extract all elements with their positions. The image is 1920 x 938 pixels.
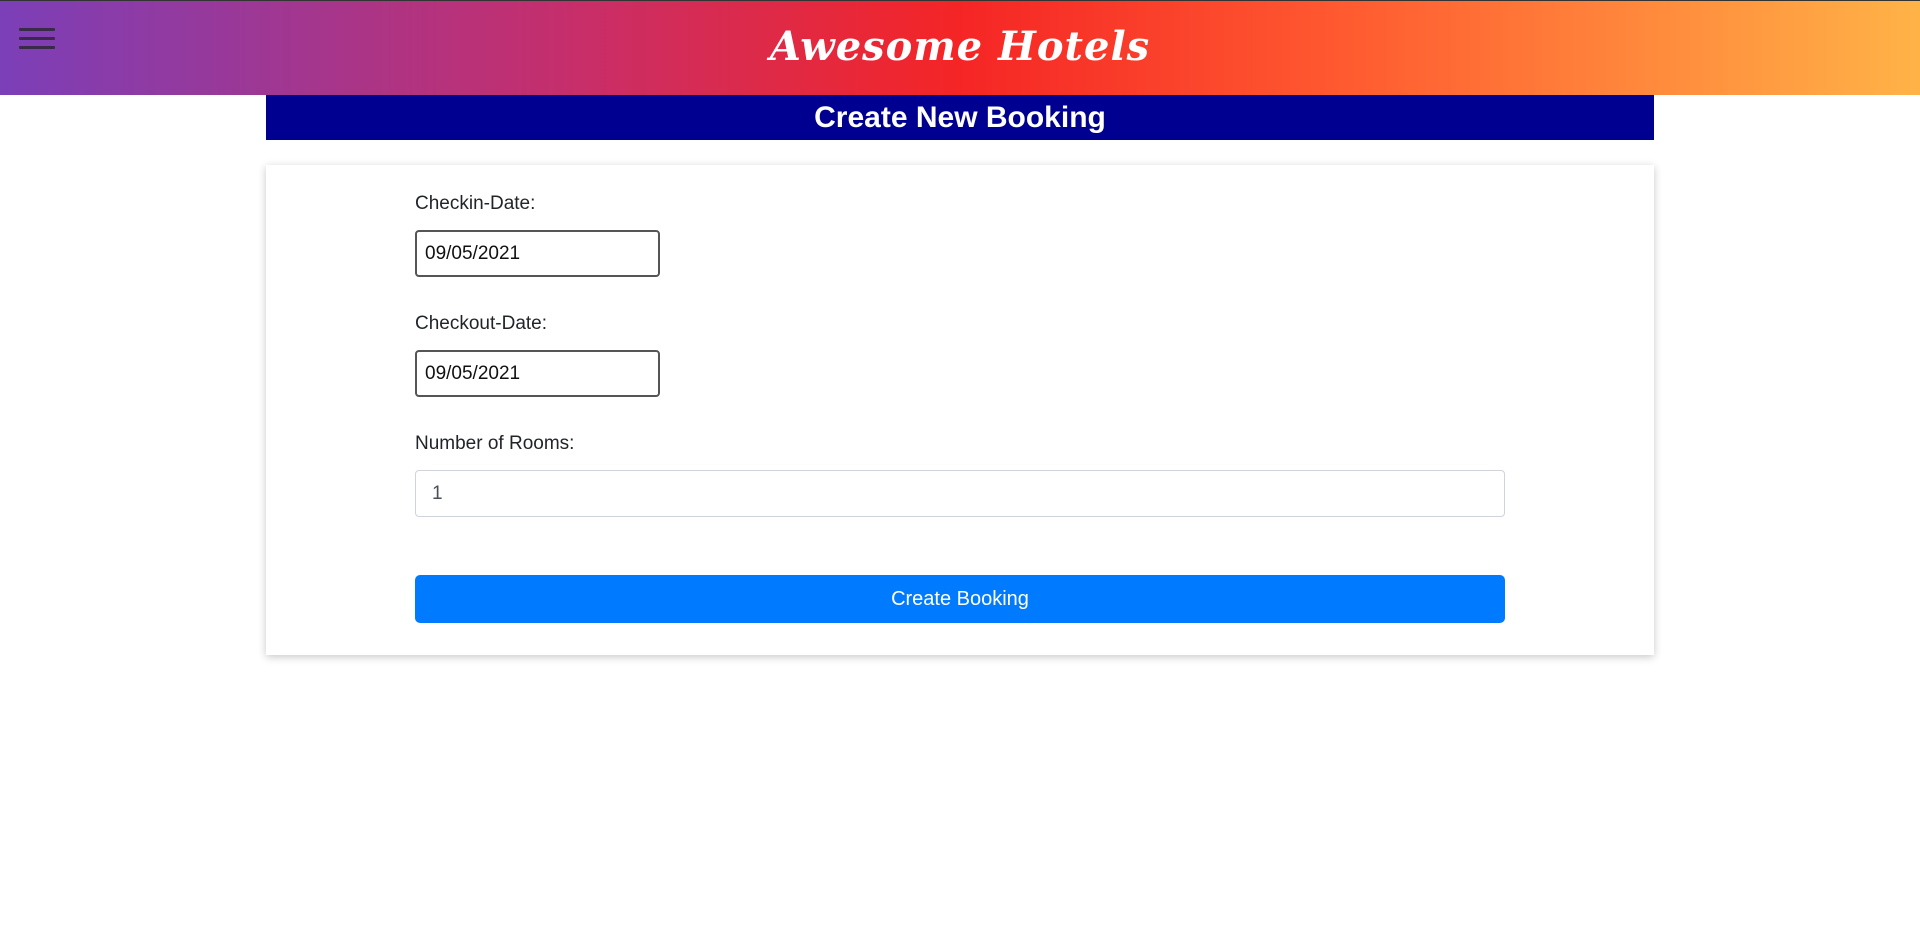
page-title: Create New Booking xyxy=(266,95,1654,140)
app-title: Awesome Hotels xyxy=(769,23,1151,70)
number-of-rooms-label: Number of Rooms: xyxy=(415,433,575,454)
checkout-date-input[interactable] xyxy=(415,350,660,397)
create-booking-button[interactable]: Create Booking xyxy=(415,575,1505,623)
checkin-date-input[interactable] xyxy=(415,230,660,277)
checkin-date-label: Checkin-Date: xyxy=(415,193,536,214)
checkout-date-label: Checkout-Date: xyxy=(415,313,548,334)
booking-form-card: Checkin-Date: Checkout-Date: Number of R… xyxy=(266,165,1654,655)
app-header: Awesome Hotels xyxy=(0,0,1920,95)
number-of-rooms-input[interactable] xyxy=(415,470,1505,517)
